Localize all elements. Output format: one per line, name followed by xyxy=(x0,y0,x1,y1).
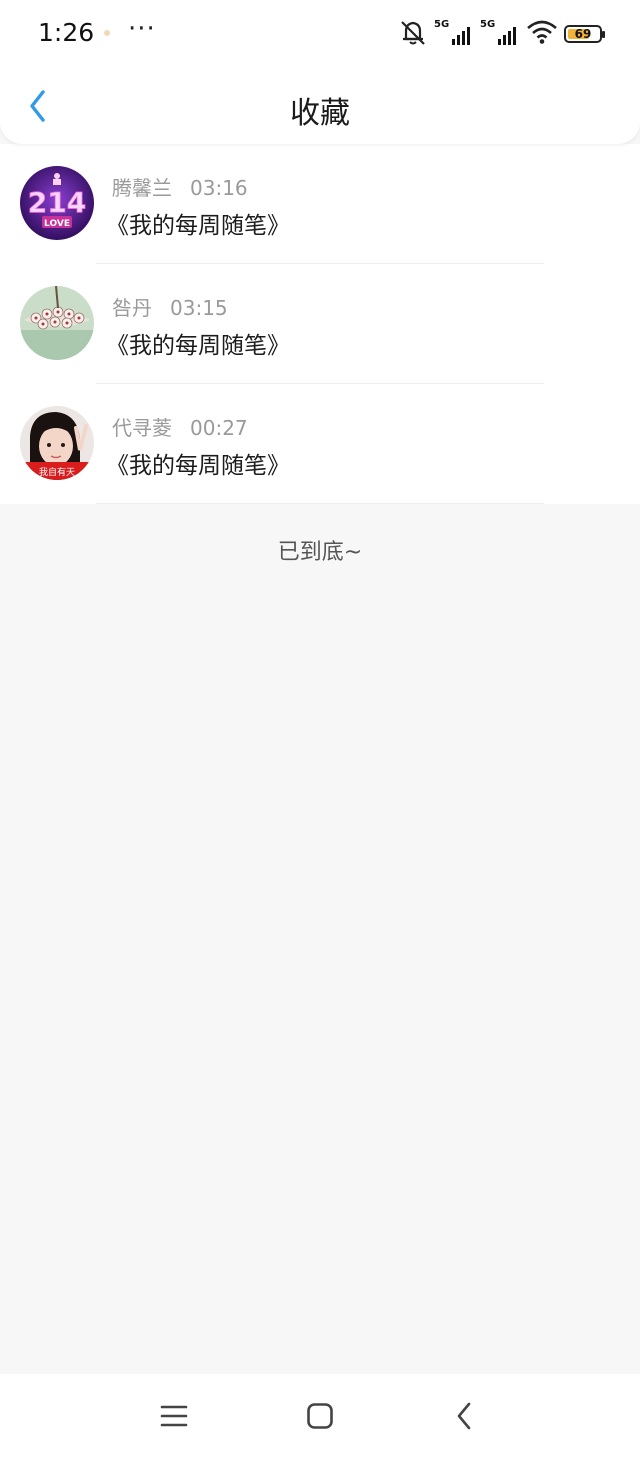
back-icon xyxy=(457,1402,471,1430)
status-time: 1:26 xyxy=(38,18,95,47)
end-of-list-text: 已到底~ xyxy=(277,540,363,565)
item-time: 03:16 xyxy=(190,176,248,200)
avatar-1-love: LOVE xyxy=(44,219,70,229)
header: 收藏 xyxy=(0,68,640,144)
signal-5g-icon: 5G xyxy=(480,19,520,47)
avatar[interactable] xyxy=(20,286,94,360)
home-square-icon xyxy=(307,1403,333,1429)
battery-icon: 69 xyxy=(564,25,605,43)
item-time: 00:27 xyxy=(190,416,248,440)
page-title: 收藏 xyxy=(290,96,350,131)
signal-2-label: 5G xyxy=(480,19,496,30)
list-item[interactable]: 我自有天 代寻菱 00:27 《我的每周随笔》 xyxy=(0,384,640,504)
more-notifications-indicator: ··· xyxy=(128,14,156,44)
home-button[interactable] xyxy=(302,1398,338,1434)
author-name: 腾馨兰 xyxy=(112,176,172,200)
item-title[interactable]: 《我的每周随笔》 xyxy=(106,326,290,360)
item-meta: 腾馨兰 03:16 xyxy=(112,172,248,201)
signal-1-label: 5G xyxy=(434,19,450,30)
silent-bell-icon xyxy=(398,18,428,50)
wifi-icon xyxy=(526,19,558,49)
item-meta: 代寻菱 00:27 xyxy=(112,412,248,441)
signal-5g-icon: 5G xyxy=(434,19,474,47)
list-item[interactable]: 咎丹 03:15 《我的每周随笔》 xyxy=(0,264,640,384)
item-time: 03:15 xyxy=(170,296,228,320)
menu-icon xyxy=(160,1405,188,1427)
notification-dot xyxy=(104,30,110,36)
item-title[interactable]: 《我的每周随笔》 xyxy=(106,446,290,480)
item-title[interactable]: 《我的每周随笔》 xyxy=(106,206,290,240)
author-name: 代寻菱 xyxy=(112,416,172,440)
system-nav-bar xyxy=(0,1374,640,1458)
status-bar: 1:26 ··· 5G 5G 69 xyxy=(0,0,640,68)
author-name: 咎丹 xyxy=(112,296,152,320)
menu-button[interactable] xyxy=(156,1398,192,1434)
list-item[interactable]: 214 LOVE 腾馨兰 03:16 《我的每周随笔》 xyxy=(0,144,640,264)
system-back-button[interactable] xyxy=(446,1398,482,1434)
avatar-3-caption: 我自有天 xyxy=(39,466,75,478)
divider xyxy=(96,503,544,504)
avatar-1-number: 214 xyxy=(28,186,86,219)
battery-level: 69 xyxy=(574,27,592,41)
favorites-list: 214 LOVE 腾馨兰 03:16 《我的每周随笔》 咎丹 03:15 《我的… xyxy=(0,144,640,504)
avatar[interactable]: 214 LOVE xyxy=(20,166,94,240)
item-meta: 咎丹 03:15 xyxy=(112,292,228,321)
avatar[interactable]: 我自有天 xyxy=(20,406,94,480)
status-icons: 5G 5G 69 xyxy=(398,18,605,50)
